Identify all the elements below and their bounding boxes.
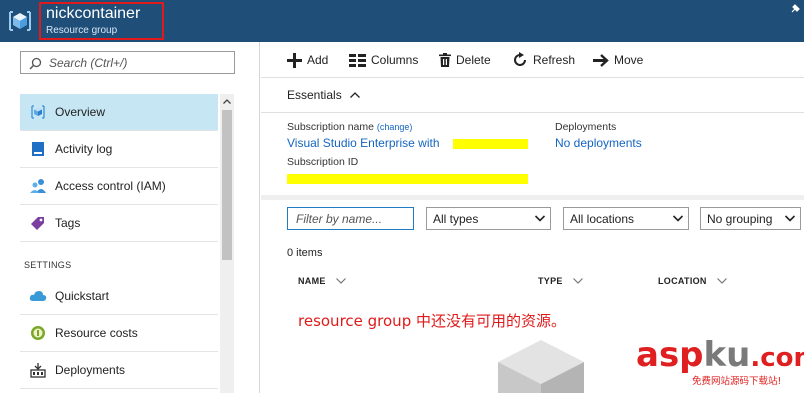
cost-icon xyxy=(20,325,55,341)
columns-icon xyxy=(349,53,366,67)
essentials-label: Essentials xyxy=(287,88,342,102)
page-title: nickcontainer xyxy=(46,5,141,22)
empty-state-cube-icon xyxy=(498,340,584,393)
trash-icon xyxy=(439,53,451,67)
location-filter-dropdown[interactable]: All locations xyxy=(563,207,689,230)
section-separator xyxy=(261,195,804,200)
deployments-link[interactable]: No deployments xyxy=(555,136,642,150)
filter-by-name-input[interactable] xyxy=(288,208,413,229)
column-header-name[interactable]: NAME xyxy=(298,276,346,286)
menu-item-overview[interactable]: Overview xyxy=(20,94,218,131)
plus-icon xyxy=(287,52,302,68)
chevron-down-icon xyxy=(785,215,795,222)
redaction-highlight xyxy=(287,174,528,184)
divider xyxy=(261,112,804,113)
change-subscription-link[interactable]: (change) xyxy=(377,122,413,132)
menu-scrollbar[interactable] xyxy=(220,94,234,393)
chevron-down-icon xyxy=(535,215,545,222)
items-count: 0 items xyxy=(287,247,323,259)
column-header-type[interactable]: TYPE xyxy=(538,276,583,286)
command-bar: Add Columns Delete Refresh Move xyxy=(261,42,804,78)
add-label: Add xyxy=(307,53,329,67)
sort-chevron-icon xyxy=(335,278,346,284)
tag-icon xyxy=(20,215,55,231)
move-label: Move xyxy=(614,53,644,67)
chevron-down-icon xyxy=(673,215,683,222)
menu-item-tags[interactable]: Tags xyxy=(20,205,218,242)
sort-chevron-icon xyxy=(716,278,727,284)
columns-label: Columns xyxy=(371,53,419,67)
blade-header: nickcontainer Resource group xyxy=(0,0,804,42)
refresh-icon xyxy=(514,52,526,66)
resource-group-cube-icon xyxy=(9,11,31,31)
menu-list: Overview Activity log Access control (IA… xyxy=(20,94,218,389)
grouping-dropdown[interactable]: No grouping xyxy=(700,207,801,230)
column-header-location[interactable]: LOCATION xyxy=(658,276,727,286)
users-icon xyxy=(20,178,55,194)
filter-by-name-field[interactable] xyxy=(287,207,414,230)
deployments-label: Deployments xyxy=(555,121,617,133)
overview-cube-icon xyxy=(20,104,55,120)
column-header-label: NAME xyxy=(298,276,326,286)
menu-item-label: Tags xyxy=(55,216,81,230)
menu-item-label: Resource costs xyxy=(55,326,138,340)
refresh-label: Refresh xyxy=(533,53,576,67)
scroll-up-arrow-icon[interactable] xyxy=(220,94,234,108)
menu-item-access-control[interactable]: Access control (IAM) xyxy=(20,168,218,205)
delete-label: Delete xyxy=(456,53,491,67)
add-button[interactable]: Add xyxy=(287,51,328,69)
redaction-highlight xyxy=(453,139,528,149)
essentials-toggle[interactable]: Essentials xyxy=(287,88,360,102)
search-input[interactable] xyxy=(49,54,229,71)
activity-log-icon xyxy=(20,141,55,157)
arrow-right-icon xyxy=(593,53,609,67)
deployments-icon xyxy=(20,362,55,378)
aspku-watermark-logo: aspku.com 免费网站源码下载站! xyxy=(636,335,804,387)
move-button[interactable]: Move xyxy=(593,51,643,69)
type-filter-value: All types xyxy=(433,211,479,226)
menu-item-label: Deployments xyxy=(55,363,126,377)
subscription-id-label: Subscription ID xyxy=(287,156,359,168)
menu-item-label: Quickstart xyxy=(55,289,110,303)
scrollbar-thumb[interactable] xyxy=(222,110,232,260)
search-icon xyxy=(29,57,42,70)
cloud-icon xyxy=(20,290,55,302)
grouping-value: No grouping xyxy=(707,211,773,226)
page-subtitle: Resource group xyxy=(46,25,118,36)
subscription-name-label-row: Subscription name (change) xyxy=(287,121,412,133)
pin-icon[interactable] xyxy=(790,4,800,14)
menu-item-resource-costs[interactable]: Resource costs xyxy=(20,315,218,352)
column-header-label: LOCATION xyxy=(658,276,707,286)
delete-button[interactable]: Delete xyxy=(439,51,491,69)
settings-section-label: SETTINGS xyxy=(24,260,72,270)
empty-state-message: resource group 中还没有可用的资源。 xyxy=(298,312,566,330)
column-header-label: TYPE xyxy=(538,276,563,286)
subscription-name-value[interactable]: Visual Studio Enterprise with xyxy=(287,136,440,150)
menu-item-deployments[interactable]: Deployments xyxy=(20,352,218,389)
resource-menu: Overview Activity log Access control ( xyxy=(0,42,260,393)
sort-chevron-icon xyxy=(572,278,583,284)
columns-button[interactable]: Columns xyxy=(349,51,418,69)
menu-item-quickstart[interactable]: Quickstart xyxy=(20,278,218,315)
menu-item-activity-log[interactable]: Activity log xyxy=(20,131,218,168)
location-filter-value: All locations xyxy=(570,211,635,226)
menu-item-label: Overview xyxy=(55,105,106,119)
search-box[interactable] xyxy=(20,51,235,74)
subscription-name-label: Subscription name xyxy=(287,121,374,133)
type-filter-dropdown[interactable]: All types xyxy=(426,207,551,230)
chevron-up-icon xyxy=(349,92,360,98)
menu-item-label: Activity log xyxy=(55,142,113,156)
menu-item-label: Access control (IAM) xyxy=(55,179,166,193)
refresh-button[interactable]: Refresh xyxy=(512,51,575,69)
title-highlight-box: nickcontainer Resource group xyxy=(39,2,164,40)
